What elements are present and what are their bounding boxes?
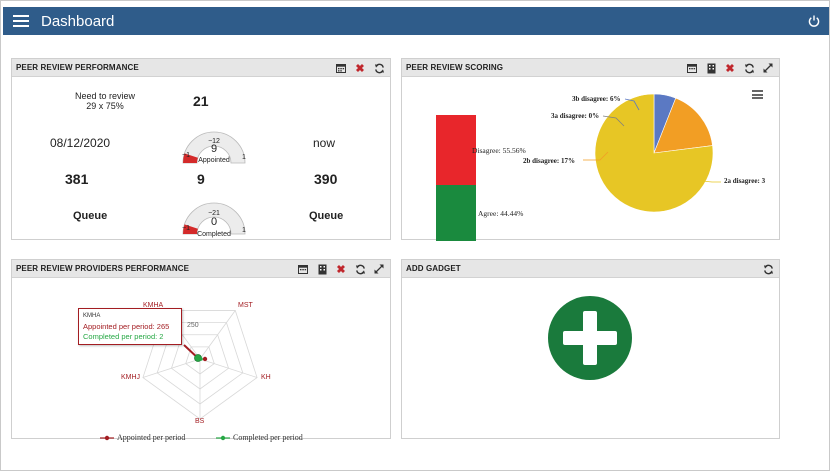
performance-panel: PEER REVIEW PERFORMANCE ✖ Need to review… (11, 58, 391, 240)
radar-axis-mst: MST (238, 302, 253, 309)
close-icon[interactable]: ✖ (335, 263, 347, 276)
legend-item-appointed[interactable]: Appointed per period (100, 433, 210, 443)
chart-tooltip: KMHA Appointed per period: 265 Completed… (78, 308, 182, 345)
close-icon[interactable]: ✖ (354, 62, 366, 75)
panel-title: PEER REVIEW PROVIDERS PERFORMANCE (16, 264, 190, 273)
legend-label-appointed: Appointed per period (117, 433, 186, 442)
need-review-label: Need to review (74, 91, 136, 101)
left-total: 381 (65, 171, 89, 187)
refresh-icon[interactable] (373, 62, 385, 74)
page-title: Dashboard (41, 13, 115, 30)
pie-label-3b: 3b disagree: 6% (572, 95, 621, 103)
series-point-appointed (202, 356, 208, 362)
calendar-icon[interactable] (297, 263, 309, 275)
gauge-max: 1 (242, 154, 246, 161)
refresh-icon[interactable] (354, 263, 366, 275)
need-review-sub: 29 x 75% (86, 101, 124, 111)
chart-legend: Appointed per period Completed per perio… (100, 433, 340, 443)
calendar-icon[interactable] (686, 62, 698, 74)
gauge-max: 1 (242, 227, 246, 234)
radar-tick-label: 250 (187, 322, 199, 329)
tooltip-title: KMHA (83, 313, 101, 319)
radar-axis-bs: BS (195, 418, 205, 425)
power-icon[interactable] (807, 14, 821, 28)
building-icon[interactable] (705, 62, 717, 74)
refresh-icon[interactable] (743, 62, 755, 74)
gauge-label: Appointed (198, 157, 230, 164)
pie-label-2a: 2a disagree: 3 (724, 177, 766, 185)
right-queue-label: Queue (309, 210, 344, 222)
panel-title: PEER REVIEW SCORING (406, 63, 504, 72)
gauge-min: −1 (182, 225, 190, 232)
panel-header: PEER REVIEW SCORING ✖ (402, 59, 779, 77)
hamburger-icon[interactable] (13, 13, 29, 29)
end-date: now (313, 136, 336, 150)
expand-icon[interactable] (373, 263, 385, 275)
panel-title: PEER REVIEW PERFORMANCE (16, 63, 139, 72)
providers-panel: PEER REVIEW PROVIDERS PERFORMANCE ✖ KMHA… (11, 259, 391, 442)
providers-radar-chart (142, 310, 258, 420)
gauge-value: 0 (210, 216, 218, 228)
series-point-completed (199, 357, 203, 361)
start-date: 08/12/2020 (50, 136, 111, 150)
top-bar: Dashboard (3, 7, 829, 35)
panel-title: ADD GADGET (406, 264, 461, 273)
calendar-icon[interactable] (335, 62, 347, 74)
close-icon[interactable]: ✖ (724, 62, 736, 75)
expand-icon[interactable] (762, 62, 774, 74)
mid-total: 9 (197, 171, 205, 187)
legend-item-completed[interactable]: Completed per period (216, 433, 336, 443)
panel-header: ADD GADGET (402, 260, 779, 278)
pie-label-3a: 3a disagree: 0% (551, 112, 600, 120)
left-queue-label: Queue (73, 210, 108, 222)
gauge-label: Completed (197, 231, 231, 238)
app-window: Dashboard PEER REVIEW PERFORMANCE ✖ Need… (0, 0, 830, 471)
right-total: 390 (314, 171, 338, 187)
tooltip-appointed: Appointed per period: 265 (83, 322, 170, 331)
gauge-value: 9 (210, 143, 218, 155)
pie-label-2b: 2b disagree: 17% (523, 157, 575, 165)
tooltip-completed: Completed per period: 2 (83, 332, 164, 341)
panel-header: PEER REVIEW PERFORMANCE ✖ (12, 59, 390, 77)
gauge-min: −1 (182, 152, 190, 159)
add-gadget-panel: ADD GADGET (401, 259, 780, 439)
panel-header: PEER REVIEW PROVIDERS PERFORMANCE ✖ (12, 260, 390, 278)
scoring-panel: PEER REVIEW SCORING ✖ Disagree: 55.56% A… (401, 58, 780, 241)
add-gadget-button[interactable] (547, 295, 633, 381)
radar-axis-kh: KH (261, 374, 271, 381)
legend-marker-appointed (100, 435, 114, 441)
legend-label-completed: Completed per period (233, 433, 303, 442)
legend-marker-completed (216, 435, 230, 441)
need-review-value: 21 (193, 93, 209, 109)
radar-axis-kmhj: KMHJ (121, 374, 141, 381)
refresh-icon[interactable] (762, 263, 774, 275)
building-icon[interactable] (316, 263, 328, 275)
